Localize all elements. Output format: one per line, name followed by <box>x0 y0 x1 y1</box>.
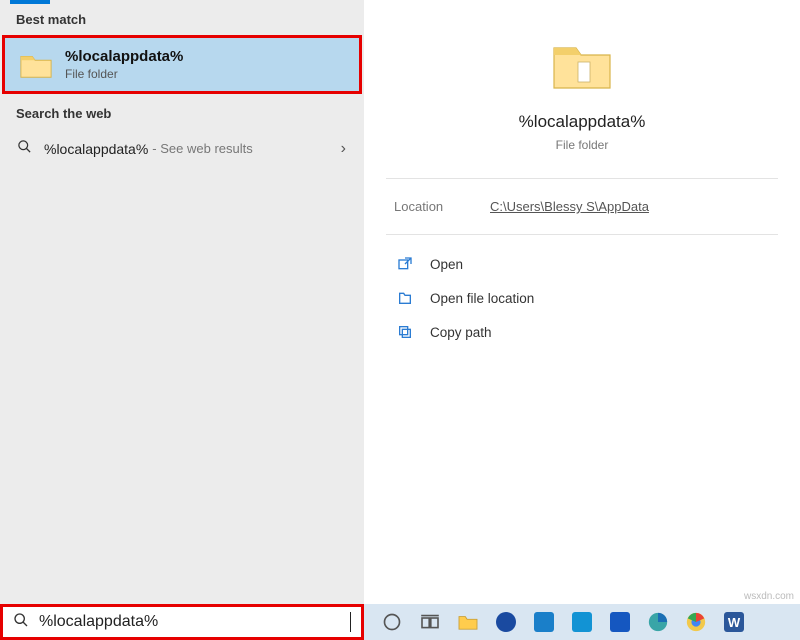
folder-icon <box>19 50 53 80</box>
preview-title: %localappdata% <box>519 112 646 132</box>
text-caret <box>350 612 351 632</box>
action-open[interactable]: Open <box>386 247 778 281</box>
watermark: wsxdn.com <box>744 591 794 602</box>
action-open-label: Open <box>430 257 463 272</box>
search-web-label: Search the web <box>0 98 364 129</box>
taskbar-app-2[interactable] <box>532 610 556 634</box>
taskbar-search-box[interactable] <box>0 604 364 640</box>
action-open-location-label: Open file location <box>430 291 534 306</box>
web-hint: - See web results <box>152 141 252 156</box>
actions-list: Open Open file location Copy path <box>364 235 800 361</box>
search-icon <box>13 612 29 633</box>
best-match-text: %localappdata% File folder <box>65 48 183 81</box>
location-row: Location C:\Users\Blessy S\AppData <box>364 179 800 234</box>
file-explorer-icon[interactable] <box>456 610 480 634</box>
chrome-icon[interactable] <box>684 610 708 634</box>
edge-icon[interactable] <box>646 610 670 634</box>
best-match-label: Best match <box>0 4 364 35</box>
word-icon[interactable]: W <box>722 610 746 634</box>
best-match-title: %localappdata% <box>65 48 183 65</box>
search-input[interactable] <box>39 613 348 631</box>
folder-open-icon <box>394 289 416 307</box>
chevron-right-icon: › <box>341 140 350 158</box>
cortana-icon[interactable] <box>380 610 404 634</box>
action-copy-path[interactable]: Copy path <box>386 315 778 349</box>
location-label: Location <box>394 199 490 214</box>
action-copy-path-label: Copy path <box>430 325 492 340</box>
results-pane: Best match %localappdata% File folder Se… <box>0 0 364 604</box>
web-result-row[interactable]: %localappdata% - See web results › <box>0 129 364 168</box>
preview-pane: %localappdata% File folder Location C:\U… <box>364 0 800 604</box>
open-icon <box>394 255 416 273</box>
action-open-location[interactable]: Open file location <box>386 281 778 315</box>
taskbar-icons: W <box>364 610 800 634</box>
best-match-subtitle: File folder <box>65 67 183 81</box>
taskbar-app-4[interactable] <box>608 610 632 634</box>
taskbar-app-1[interactable] <box>494 610 518 634</box>
web-query: %localappdata% <box>44 141 148 157</box>
preview-subtitle: File folder <box>556 138 609 152</box>
task-view-icon[interactable] <box>418 610 442 634</box>
folder-icon-large <box>550 38 614 94</box>
best-match-result[interactable]: %localappdata% File folder <box>2 35 362 94</box>
microsoft-store-icon[interactable] <box>570 610 594 634</box>
taskbar: W <box>0 604 800 640</box>
location-link[interactable]: C:\Users\Blessy S\AppData <box>490 199 649 214</box>
copy-icon <box>394 323 416 341</box>
search-icon <box>14 139 34 158</box>
